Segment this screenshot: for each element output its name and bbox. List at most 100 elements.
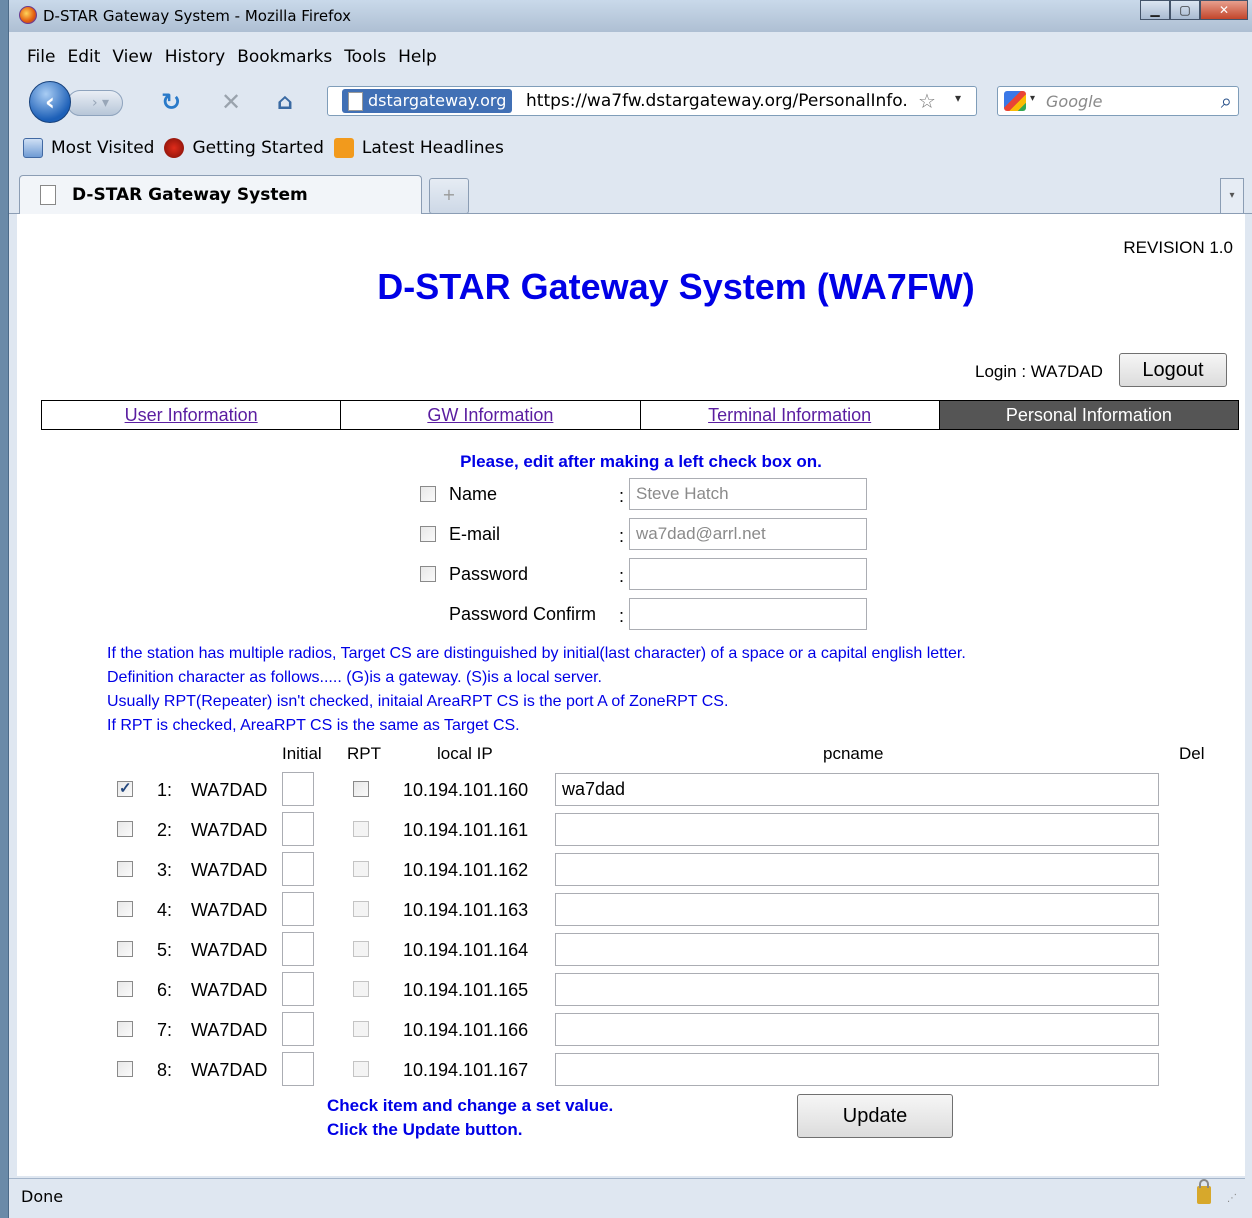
note-line: Usually RPT(Repeater) isn't checked, ini…	[107, 693, 729, 710]
row-checkbox[interactable]	[117, 1061, 133, 1077]
table-row: 4: WA7DAD 10.194.101.163	[17, 892, 1245, 932]
search-bar[interactable]: ▾ Google ⌕	[997, 86, 1239, 116]
bookmark-latest-headlines[interactable]: Latest Headlines	[333, 138, 504, 158]
site-identity-button[interactable]: dstargateway.org	[342, 89, 513, 113]
engine-dropdown-icon[interactable]: ▾	[1030, 93, 1035, 104]
url-text[interactable]: https://wa7fw.dstargateway.org/PersonalI…	[526, 91, 912, 111]
rpt-checkbox[interactable]	[353, 901, 369, 917]
password-checkbox[interactable]	[420, 566, 436, 582]
row-number: 3:	[157, 860, 173, 880]
rpt-checkbox[interactable]	[353, 981, 369, 997]
pcname-input[interactable]	[555, 893, 1159, 926]
pcname-input[interactable]	[555, 1013, 1159, 1046]
bookmark-most-visited[interactable]: Most Visited	[23, 138, 154, 158]
menu-history[interactable]: History	[165, 47, 225, 67]
email-checkbox[interactable]	[420, 526, 436, 542]
page-title: D-STAR Gateway System (WA7FW)	[377, 266, 975, 307]
row-number: 5:	[157, 940, 173, 960]
menu-file[interactable]: File	[27, 47, 55, 67]
row-number: 8:	[157, 1060, 173, 1080]
close-button[interactable]: ✕	[1200, 0, 1248, 20]
local-ip: 10.194.101.162	[403, 860, 529, 880]
menu-tools[interactable]: Tools	[344, 47, 386, 67]
rpt-checkbox[interactable]	[353, 861, 369, 877]
header-pcname: pcname	[823, 744, 884, 763]
bookmark-getting-started[interactable]: Getting Started	[164, 138, 324, 158]
search-icon[interactable]: ⌕	[1221, 89, 1232, 113]
browser-tab[interactable]: D-STAR Gateway System	[19, 175, 422, 215]
pcname-input[interactable]	[555, 813, 1159, 846]
row-checkbox[interactable]	[117, 981, 133, 997]
row-checkbox[interactable]	[117, 901, 133, 917]
rpt-checkbox[interactable]	[353, 821, 369, 837]
initial-input[interactable]	[282, 892, 314, 926]
local-ip: 10.194.101.160	[403, 780, 529, 800]
pcname-input[interactable]	[555, 933, 1159, 966]
name-field[interactable]	[629, 478, 867, 510]
maximize-button[interactable]: ▢	[1170, 0, 1200, 20]
password-confirm-field[interactable]	[629, 598, 867, 630]
tab-strip: D-STAR Gateway System + ▾	[9, 170, 1252, 215]
rpt-checkbox[interactable]	[353, 781, 369, 797]
revision-label: REVISION 1.0	[1123, 238, 1233, 257]
search-placeholder[interactable]: Google	[1046, 92, 1102, 111]
initial-input[interactable]	[282, 852, 314, 886]
bookmark-star-icon[interactable]: ☆	[918, 89, 936, 113]
menu-view[interactable]: View	[112, 47, 152, 67]
row-checkbox[interactable]	[117, 861, 133, 877]
menu-edit[interactable]: Edit	[67, 47, 100, 67]
rpt-checkbox[interactable]	[353, 1061, 369, 1077]
resize-grip-icon[interactable]: ⋰	[1227, 1193, 1237, 1204]
tab-list-icon[interactable]: ▾	[1220, 178, 1244, 214]
row-checkbox[interactable]	[117, 1021, 133, 1037]
row-callsign: WA7DAD	[191, 940, 268, 960]
rpt-checkbox[interactable]	[353, 1021, 369, 1037]
new-tab-button[interactable]: +	[429, 178, 469, 214]
pcname-input[interactable]	[555, 853, 1159, 886]
initial-input[interactable]	[282, 932, 314, 966]
menu-bookmarks[interactable]: Bookmarks	[237, 47, 332, 67]
pcname-input[interactable]	[555, 973, 1159, 1006]
logout-button[interactable]: Logout	[1119, 353, 1227, 387]
note-line: If the station has multiple radios, Targ…	[107, 645, 966, 662]
email-field[interactable]	[629, 518, 867, 550]
tab-terminal-information[interactable]: Terminal Information	[641, 401, 940, 429]
password-field[interactable]	[629, 558, 867, 590]
menu-help[interactable]: Help	[398, 47, 437, 67]
initial-input[interactable]	[282, 1012, 314, 1046]
url-dropdown-icon[interactable]: ▾	[955, 91, 961, 105]
tab-user-information[interactable]: User Information	[42, 401, 342, 429]
tab-personal-information[interactable]: Personal Information	[939, 401, 1238, 429]
reload-icon[interactable]: ↻	[161, 88, 181, 116]
menu-bar: File Edit View History Bookmarks Tools H…	[9, 36, 1252, 78]
bookmark-label: Latest Headlines	[361, 138, 504, 158]
row-number: 6:	[157, 980, 173, 1000]
name-label: Name	[449, 484, 498, 504]
header-rpt: RPT	[347, 744, 381, 763]
initial-input[interactable]	[282, 1052, 314, 1086]
lock-icon[interactable]	[1197, 1179, 1211, 1204]
initial-input[interactable]	[282, 812, 314, 846]
rpt-checkbox[interactable]	[353, 941, 369, 957]
initial-input[interactable]	[282, 972, 314, 1006]
google-engine-icon[interactable]	[1004, 91, 1026, 111]
row-number: 4:	[157, 900, 173, 920]
row-checkbox[interactable]	[117, 941, 133, 957]
update-button[interactable]: Update	[797, 1094, 953, 1138]
back-button[interactable]: ‹	[29, 81, 71, 123]
row-checkbox[interactable]	[117, 779, 133, 797]
minimize-button[interactable]: ▁	[1140, 0, 1170, 20]
url-bar[interactable]: dstargateway.org https://wa7fw.dstargate…	[327, 86, 977, 116]
pcname-input[interactable]	[555, 773, 1159, 806]
stop-icon[interactable]: ✕	[221, 88, 241, 116]
footer-line: Click the Update button.	[327, 1120, 523, 1139]
home-icon[interactable]: ⌂	[277, 90, 293, 115]
initial-input[interactable]	[282, 772, 314, 806]
name-checkbox[interactable]	[420, 486, 436, 502]
tab-gw-information[interactable]: GW Information	[341, 401, 641, 429]
pcname-input[interactable]	[555, 1053, 1159, 1086]
bookmarks-toolbar: Most Visited Getting Started Latest Head…	[9, 130, 1252, 166]
forward-button[interactable]: › ▾	[67, 90, 123, 116]
row-checkbox[interactable]	[117, 821, 133, 837]
page-icon	[40, 185, 56, 205]
